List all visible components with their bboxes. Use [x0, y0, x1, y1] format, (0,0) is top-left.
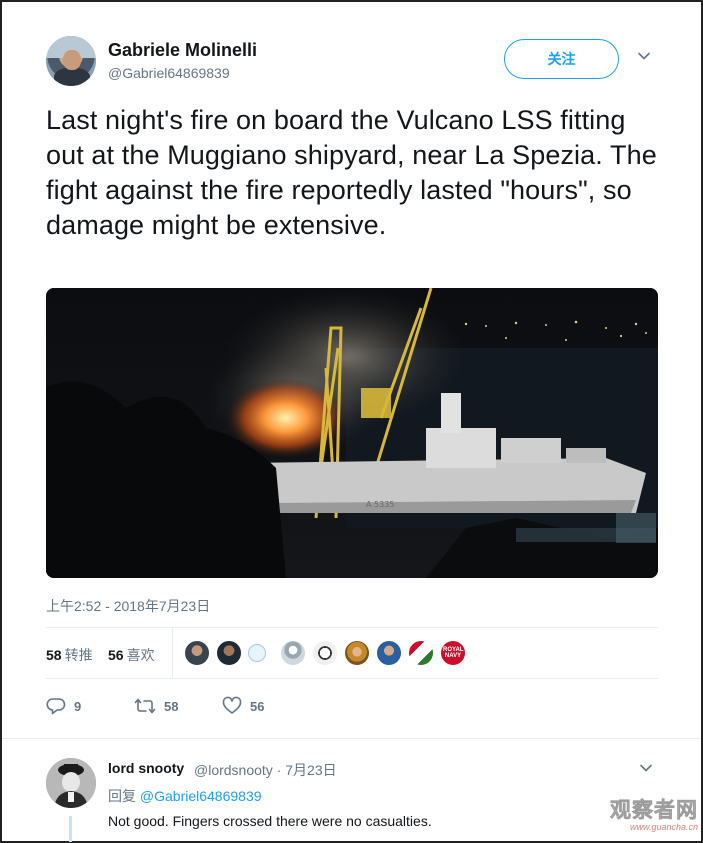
heart-icon [222, 696, 242, 714]
retweet-button[interactable]: 58 [134, 694, 178, 718]
chevron-down-icon[interactable] [638, 50, 650, 62]
retweet-icon [134, 698, 156, 714]
reply-author-name[interactable]: lord snooty [108, 760, 184, 776]
retweets-label: 转推 [64, 647, 93, 663]
follow-button[interactable]: 关注 [504, 39, 619, 79]
liker-avatar[interactable] [408, 640, 434, 666]
tweet-header: Gabriele Molinelli @Gabriel64869839 关注 [46, 36, 666, 88]
likes-count: 56 [108, 647, 124, 663]
watermark-url: www.guancha.cn [629, 822, 698, 832]
watermark: 观察者网 www.guancha.cn [598, 799, 698, 836]
likes-stat[interactable]: 56 喜欢 [108, 645, 155, 665]
replying-handle-link[interactable]: @Gabriel64869839 [140, 788, 262, 804]
liker-avatar[interactable] [312, 640, 338, 666]
liker-avatar[interactable] [216, 640, 242, 666]
retweets-stat[interactable]: 58 转推 [46, 645, 93, 665]
reply-tweet[interactable]: lord snooty @lordsnooty · 7月23日 回复 @Gabr… [46, 756, 666, 842]
stats-divider [172, 628, 173, 678]
hull-number: A 5335 [366, 500, 394, 509]
reply-count: 9 [74, 698, 82, 714]
watermark-title: 观察者网 [610, 799, 698, 822]
divider [2, 738, 701, 739]
tweet-timestamp[interactable]: 上午2:52 - 2018年7月23日 [46, 596, 210, 616]
reply-author-handle-date[interactable]: @lordsnooty · 7月23日 [194, 760, 337, 780]
chevron-down-icon[interactable] [640, 762, 652, 774]
retweet-count: 58 [164, 698, 179, 714]
reply-icon [46, 698, 66, 715]
like-count: 56 [250, 698, 265, 714]
author-name[interactable]: Gabriele Molinelli [108, 40, 257, 61]
liker-avatar[interactable] [344, 640, 370, 666]
author-avatar[interactable] [46, 36, 96, 86]
liker-avatar[interactable] [280, 640, 306, 666]
like-button[interactable]: 56 [222, 694, 264, 718]
royal-navy-badge: ROYAL NAVY [443, 647, 464, 659]
liker-avatar[interactable] [184, 640, 210, 666]
reply-text: Not good. Fingers crossed there were no … [108, 813, 432, 829]
ship-fire-photo: A 5335 [46, 288, 658, 578]
retweets-count: 58 [46, 647, 62, 663]
tweet-stats: 58 转推 56 喜欢 ROYAL NAVY [46, 628, 658, 678]
reply-author-avatar[interactable] [46, 758, 96, 808]
liker-avatar[interactable]: ROYAL NAVY [440, 640, 466, 666]
divider [46, 678, 658, 679]
likes-label: 喜欢 [126, 647, 155, 663]
replying-to: 回复 @Gabriel64869839 [108, 786, 262, 806]
reply-button[interactable]: 9 [46, 694, 81, 718]
liker-avatar[interactable] [248, 644, 266, 662]
tweet-actions: 9 58 56 [46, 694, 658, 718]
liker-avatar[interactable] [376, 640, 402, 666]
replying-prefix: 回复 [108, 788, 136, 804]
author-handle[interactable]: @Gabriel64869839 [108, 65, 230, 81]
thread-line [69, 816, 72, 842]
tweet-text: Last night's fire on board the Vulcano L… [46, 105, 657, 240]
tweet-photo[interactable]: A 5335 [46, 288, 658, 578]
